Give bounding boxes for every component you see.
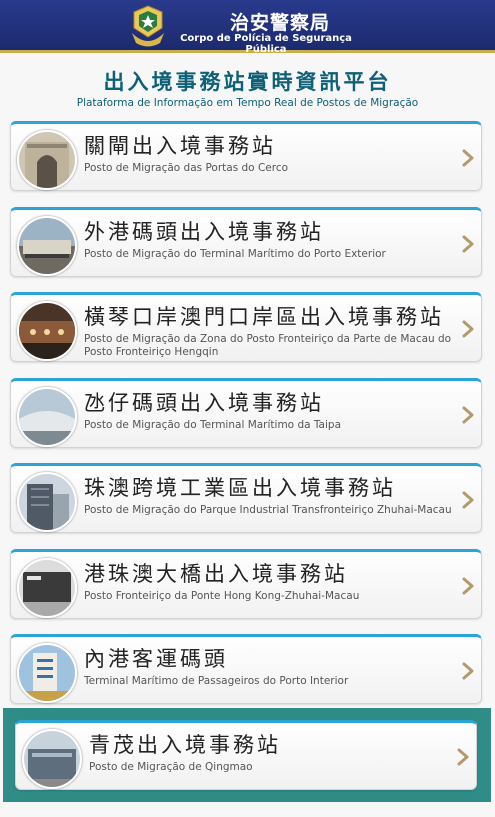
- station-card-zhuhai-macau-industrial[interactable]: 珠澳跨境工業區出入境事務站 Posto de Migração do Parqu…: [10, 463, 482, 533]
- station-name: 關閘出入境事務站: [84, 134, 276, 158]
- station-photo: [17, 301, 77, 361]
- chevron-right-icon: [461, 491, 475, 513]
- station-name: 珠澳跨境工業區出入境事務站: [84, 476, 396, 500]
- station-photo: [22, 729, 82, 789]
- chevron-right-icon: [461, 577, 475, 599]
- page-subtitle: Plataforma de Informação em Tempo Real d…: [76, 97, 419, 109]
- chevron-right-icon: [461, 662, 475, 684]
- station-name: 青茂出入境事務站: [89, 733, 281, 757]
- chevron-right-icon: [461, 149, 475, 171]
- station-subtitle: Terminal Marítimo de Passageiros do Port…: [84, 675, 349, 687]
- app-header: 治安警察局 Corpo de Polícia de Segurança Públ…: [0, 0, 495, 55]
- station-subtitle: Posto de Migração das Portas do Cerco: [84, 162, 289, 174]
- station-photo: [17, 643, 77, 703]
- station-card-portas-do-cerco[interactable]: 關閘出入境事務站 Posto de Migração das Portas do…: [10, 121, 482, 191]
- station-name: 氹仔碼頭出入境事務站: [84, 391, 324, 415]
- chevron-right-icon: [461, 406, 475, 428]
- chevron-right-icon: [461, 235, 475, 257]
- station-photo: [17, 387, 77, 447]
- header-title: 治安警察局: [229, 12, 330, 34]
- station-name: 港珠澳大橋出入境事務站: [84, 562, 348, 586]
- station-photo: [17, 558, 77, 618]
- header-subtitle: Corpo de Polícia de Segurança Pública: [180, 33, 352, 55]
- station-card-hengqin[interactable]: 橫琴口岸澳門口岸區出入境事務站 Posto de Migração da Zon…: [10, 292, 482, 362]
- station-photo: [17, 216, 77, 276]
- page-title: 出入境事務站實時資訊平台: [103, 70, 392, 94]
- psp-badge-logo: [126, 3, 170, 51]
- station-subtitle: Posto de Migração do Terminal Marítimo d…: [84, 248, 386, 260]
- station-subtitle: Posto de Migração do Parque Industrial T…: [84, 504, 452, 516]
- station-card-porto-exterior[interactable]: 外港碼頭出入境事務站 Posto de Migração do Terminal…: [10, 207, 482, 277]
- station-card-taipa[interactable]: 氹仔碼頭出入境事務站 Posto de Migração do Terminal…: [10, 378, 482, 448]
- station-subtitle: Posto Fronteiriço da Ponte Hong Kong-Zhu…: [84, 590, 360, 602]
- station-card-qingmao[interactable]: 青茂出入境事務站 Posto de Migração de Qingmao: [15, 720, 477, 790]
- chevron-right-icon: [461, 320, 475, 342]
- station-card-porto-interior[interactable]: 內港客運碼頭 Terminal Marítimo de Passageiros …: [10, 634, 482, 704]
- station-photo: [17, 130, 77, 190]
- station-name: 內港客運碼頭: [84, 647, 228, 671]
- station-card-hzmb[interactable]: 港珠澳大橋出入境事務站 Posto Fronteiriço da Ponte H…: [10, 549, 482, 619]
- station-name: 橫琴口岸澳門口岸區出入境事務站: [84, 305, 444, 329]
- station-photo: [17, 472, 77, 532]
- station-name: 外港碼頭出入境事務站: [84, 220, 324, 244]
- station-subtitle: Posto de Migração do Terminal Marítimo d…: [84, 419, 342, 431]
- station-subtitle: Posto de Migração da Zona do Posto Front…: [84, 333, 452, 358]
- chevron-right-icon: [456, 748, 470, 770]
- station-subtitle: Posto de Migração de Qingmao: [89, 761, 253, 773]
